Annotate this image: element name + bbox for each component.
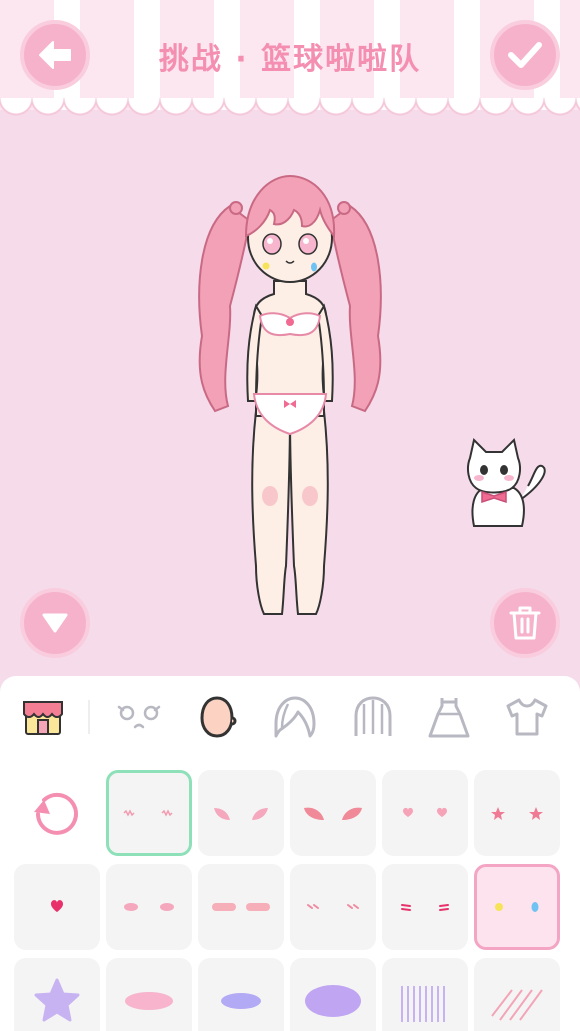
tab-skin[interactable] (192, 692, 242, 742)
item-heart-mark[interactable] (14, 864, 100, 950)
stripe-pattern-swatch (401, 986, 445, 1022)
leaf-blush-swatch (304, 807, 362, 820)
collapse-panel-button[interactable] (20, 588, 90, 658)
tab-shop[interactable] (18, 692, 68, 742)
blush-lines-swatch (123, 809, 173, 817)
reset-button[interactable] (14, 770, 100, 856)
item-bar-blush[interactable] (198, 864, 284, 950)
pet-cat[interactable] (462, 436, 552, 532)
triangle-down-icon (42, 613, 68, 633)
item-face-paint[interactable] (474, 864, 560, 950)
customization-panel (0, 676, 580, 1031)
trash-icon (509, 606, 541, 640)
star-blush-swatch (491, 807, 543, 820)
arrow-left-icon (39, 41, 71, 69)
item-stripe-pattern[interactable] (382, 958, 468, 1031)
tab-top[interactable] (502, 692, 552, 742)
reset-icon (34, 792, 78, 835)
shop-icon (23, 701, 63, 735)
diagonal-pattern-swatch (491, 989, 543, 1021)
category-tab-bar (0, 676, 580, 760)
item-star-blush[interactable] (474, 770, 560, 856)
bar-blush-swatch (212, 903, 270, 911)
confirm-button[interactable] (490, 20, 560, 90)
oval-blush-swatch (124, 903, 174, 911)
blue-glow-swatch (221, 993, 261, 1009)
item-pink-glow[interactable] (106, 958, 192, 1031)
back-hair-icon (354, 696, 392, 736)
top-bar: 挑战 · 篮球啦啦队 (0, 0, 580, 128)
check-icon (508, 42, 542, 68)
head-icon (200, 696, 237, 738)
item-blush-lines[interactable] (106, 770, 192, 856)
dress-icon (428, 698, 470, 738)
heart-mark-swatch (51, 900, 63, 912)
back-button[interactable] (20, 20, 90, 90)
front-hair-icon (274, 696, 316, 738)
item-petal-blush[interactable] (198, 770, 284, 856)
character-figure[interactable] (190, 166, 390, 626)
item-stroke-blush[interactable] (382, 864, 468, 950)
tab-divider (88, 700, 90, 734)
pink-glow-swatch (125, 992, 173, 1010)
dash-blush-swatch (307, 904, 359, 909)
awning-scallop (0, 98, 580, 126)
heart-blush-swatch (403, 807, 447, 817)
item-oval-blush[interactable] (106, 864, 192, 950)
tab-back-hair[interactable] (348, 692, 398, 742)
face-paint-swatch (495, 902, 539, 912)
purple-glow-swatch (305, 985, 361, 1017)
item-heart-blush[interactable] (382, 770, 468, 856)
face-features-icon (117, 705, 161, 729)
item-blue-glow[interactable] (198, 958, 284, 1031)
petal-blush-swatch (214, 808, 268, 820)
star-sticker-swatch (34, 978, 80, 1022)
item-leaf-blush[interactable] (290, 770, 376, 856)
item-diagonal-pattern[interactable] (474, 958, 560, 1031)
shirt-icon (506, 698, 548, 736)
item-star-sticker[interactable] (14, 958, 100, 1031)
delete-button[interactable] (490, 588, 560, 658)
item-dash-blush[interactable] (290, 864, 376, 950)
tab-front-hair[interactable] (270, 692, 320, 742)
stroke-blush-swatch (401, 904, 449, 911)
item-purple-glow[interactable] (290, 958, 376, 1031)
tab-dress[interactable] (424, 692, 474, 742)
dress-up-stage (0, 128, 580, 676)
tab-face-features[interactable] (114, 692, 164, 742)
